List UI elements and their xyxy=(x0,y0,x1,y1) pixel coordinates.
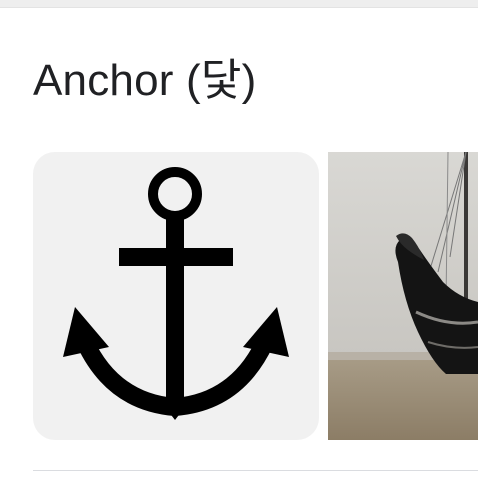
top-divider xyxy=(0,0,478,8)
page-title: Anchor (닻) xyxy=(33,56,257,105)
anchor-icon xyxy=(63,167,289,420)
ship-photo-art xyxy=(328,152,478,440)
anchor-image-card[interactable] xyxy=(33,152,319,440)
bottom-divider xyxy=(33,470,478,471)
ship-bow-photo[interactable] xyxy=(328,152,478,440)
